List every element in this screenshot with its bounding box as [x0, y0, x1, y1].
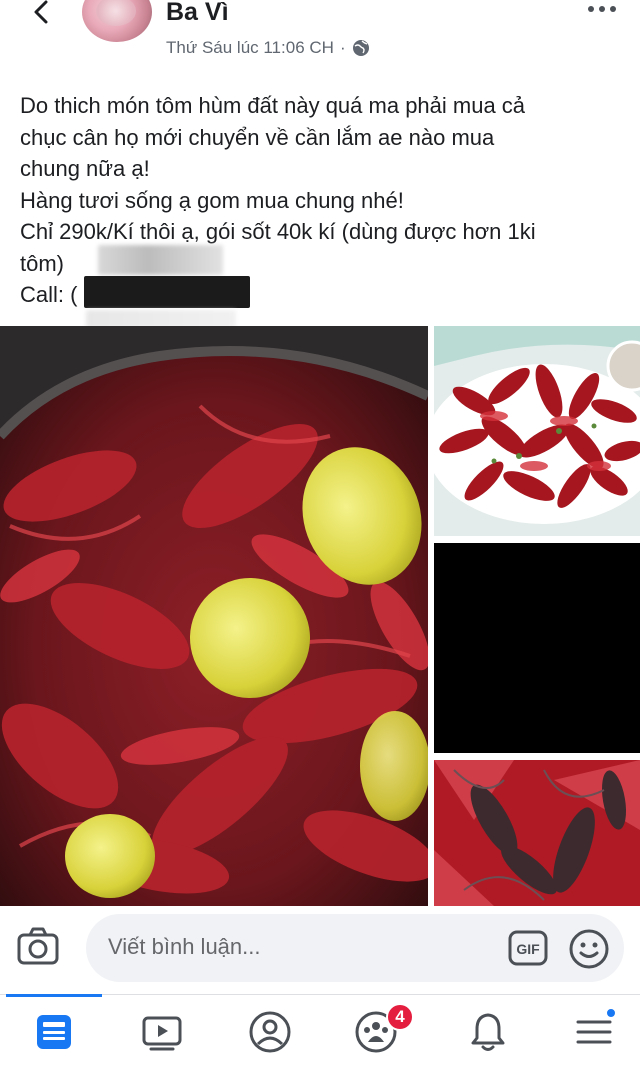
camera-icon	[17, 927, 59, 965]
gif-icon: GIF	[508, 930, 548, 966]
notification-badge: 4	[386, 1003, 414, 1031]
back-button[interactable]	[28, 0, 54, 26]
nav-news-feed[interactable]	[30, 1008, 78, 1056]
post-photo-crawfish-bag[interactable]	[434, 760, 640, 906]
gif-label: GIF	[516, 941, 540, 957]
post-photo-crawfish-plate[interactable]	[434, 326, 640, 536]
nav-profile[interactable]	[246, 1008, 294, 1056]
emoji-button[interactable]	[568, 928, 610, 970]
crawfish-plate-image	[434, 326, 640, 536]
post-meta: Thứ Sáu lúc 11:06 CH ·	[166, 38, 370, 58]
crawfish-bag-image	[434, 760, 640, 906]
profile-icon	[249, 1011, 291, 1053]
smiley-icon	[569, 929, 609, 969]
nav-active-indicator	[6, 994, 102, 997]
bottom-nav	[0, 994, 640, 1069]
nav-video[interactable]	[138, 1008, 186, 1056]
post-photo-black[interactable]	[434, 543, 640, 753]
author-name[interactable]: Ba Vì	[166, 0, 229, 27]
news-feed-icon	[37, 1015, 71, 1049]
menu-notification-dot	[605, 1007, 617, 1019]
post-line: Hàng tươi sống ạ gom mua chung nhé!	[20, 187, 404, 213]
comment-placeholder: Viết bình luận...	[108, 934, 261, 959]
post-line: chục cân họ mới chuyển về cần lắm ae nào…	[20, 124, 495, 150]
redacted-phone	[84, 276, 250, 308]
nav-notifications[interactable]	[464, 1008, 512, 1056]
post-line: chung nữa ạ!	[20, 156, 150, 181]
bell-icon	[471, 1013, 505, 1051]
gif-button[interactable]: GIF	[508, 928, 548, 968]
chevron-left-icon	[34, 0, 48, 24]
timestamp[interactable]: Thứ Sáu lúc 11:06 CH	[166, 38, 334, 58]
avatar[interactable]	[82, 0, 152, 42]
post-line: Chỉ 290k/Kí thôi ạ, gói sốt 40k kí (dùng…	[20, 219, 536, 244]
camera-button[interactable]	[16, 924, 60, 968]
redacted-area	[98, 245, 223, 275]
globe-icon	[352, 40, 369, 56]
more-options-button[interactable]	[588, 2, 622, 16]
crawfish-pot-image	[0, 326, 428, 906]
video-icon	[142, 1016, 182, 1051]
meta-separator: ·	[339, 38, 346, 57]
more-dots-icon	[588, 6, 594, 12]
post-photo-crawfish-pot[interactable]	[0, 326, 428, 906]
post-header: Ba Vì Thứ Sáu lúc 11:06 CH ·	[0, 0, 640, 70]
post-line: Do thich món tôm hùm đất này quá ma phải…	[20, 93, 526, 118]
